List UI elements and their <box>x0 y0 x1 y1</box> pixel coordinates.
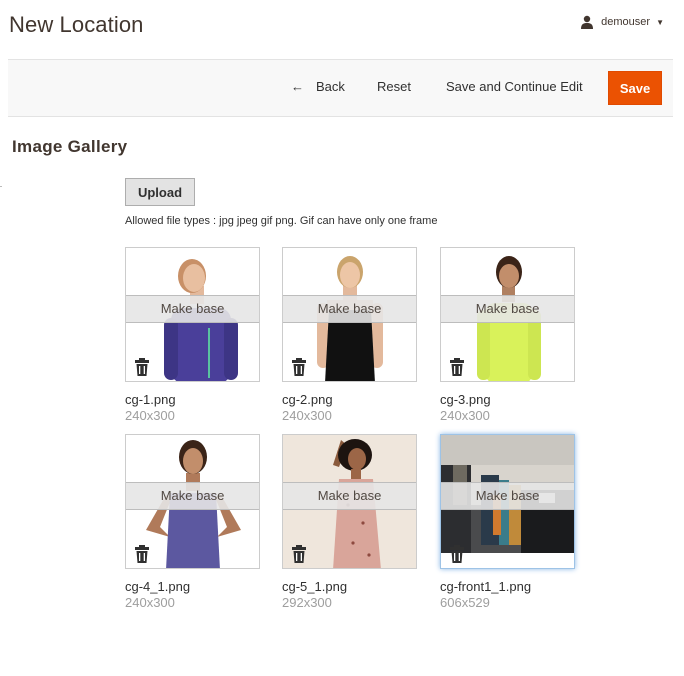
arrow-left-icon: ← <box>291 79 304 94</box>
trash-icon[interactable] <box>450 358 464 376</box>
upload-button[interactable]: Upload <box>125 178 195 206</box>
trash-icon[interactable] <box>292 358 306 376</box>
image-filename: cg-5_1.png <box>282 579 348 594</box>
image-thumbnail[interactable]: Make base <box>282 434 417 569</box>
image-thumbnail[interactable]: Make base <box>125 434 260 569</box>
image-filename: cg-front1_1.png <box>440 579 532 594</box>
image-thumbnail[interactable]: Make base <box>282 247 417 382</box>
back-label: Back <box>316 79 345 94</box>
image-filename: cg-4_1.png <box>125 579 191 594</box>
trash-icon[interactable] <box>450 545 464 563</box>
image-dimensions: 292x300 <box>282 595 332 610</box>
make-base-button[interactable]: Make base <box>283 482 416 510</box>
back-button[interactable]: ← Back <box>291 79 345 94</box>
image-thumbnail[interactable]: Make base <box>440 434 575 569</box>
image-filename: cg-2.png <box>282 392 333 407</box>
image-dimensions: 606x529 <box>440 595 490 610</box>
trash-icon[interactable] <box>135 545 149 563</box>
make-base-button[interactable]: Make base <box>283 295 416 323</box>
image-filename: cg-3.png <box>440 392 491 407</box>
make-base-button[interactable]: Make base <box>441 295 574 323</box>
gallery-image-card: Make base cg-3.png 240x300 <box>440 247 575 423</box>
trash-icon[interactable] <box>292 545 306 563</box>
image-dimensions: 240x300 <box>125 595 175 610</box>
save-and-continue-button[interactable]: Save and Continue Edit <box>446 79 583 94</box>
trash-icon[interactable] <box>135 358 149 376</box>
user-name: demouser <box>601 16 651 28</box>
image-filename: cg-1.png <box>125 392 176 407</box>
image-dimensions: 240x300 <box>282 408 332 423</box>
caret-down-icon: ▼ <box>656 17 664 27</box>
user-menu[interactable]: demouser ▼ <box>580 15 664 29</box>
gallery-image-card: Make base cg-front1_1.png 606x529 <box>440 434 575 610</box>
section-title: Image Gallery <box>12 137 128 156</box>
image-thumbnail[interactable]: Make base <box>440 247 575 382</box>
divider <box>0 186 2 187</box>
gallery-image-card: Make base cg-4_1.png 240x300 <box>125 434 260 610</box>
gallery-image-card: Make base cg-2.png 240x300 <box>282 247 417 423</box>
make-base-button[interactable]: Make base <box>441 482 574 510</box>
image-dimensions: 240x300 <box>125 408 175 423</box>
gallery-image-card: Make base cg-5_1.png 292x300 <box>282 434 417 610</box>
make-base-button[interactable]: Make base <box>126 295 259 323</box>
page-actions-bar: ← Back Reset Save and Continue Edit Save <box>8 59 673 117</box>
reset-button[interactable]: Reset <box>377 79 411 94</box>
page-title: New Location <box>9 12 144 37</box>
save-button[interactable]: Save <box>608 71 662 105</box>
allowed-file-types-note: Allowed file types : jpg jpeg gif png. G… <box>125 215 438 227</box>
image-dimensions: 240x300 <box>440 408 490 423</box>
make-base-button[interactable]: Make base <box>126 482 259 510</box>
image-thumbnail[interactable]: Make base <box>125 247 260 382</box>
gallery-image-card: Make base cg-1.png 240x300 <box>125 247 260 423</box>
user-icon <box>581 15 594 29</box>
